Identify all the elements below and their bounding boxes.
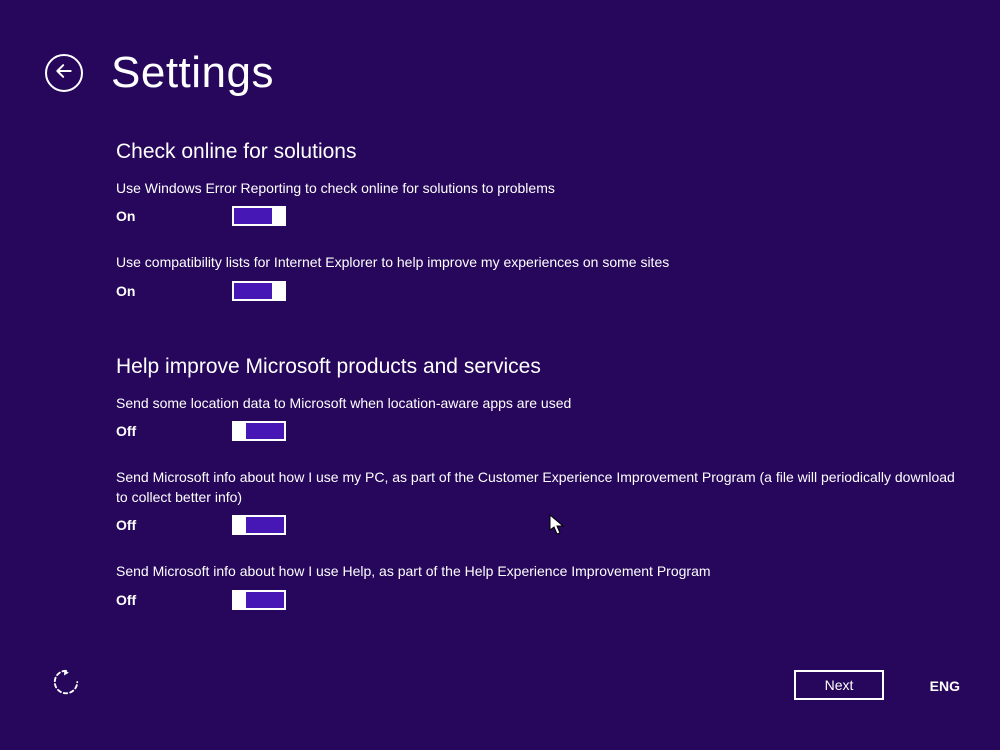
setting-state-label: Off [116, 517, 232, 533]
back-button[interactable] [45, 54, 83, 92]
back-arrow-icon [54, 61, 74, 86]
section-heading: Help improve Microsoft products and serv… [116, 355, 961, 379]
ease-of-access-button[interactable] [50, 668, 82, 700]
next-button-label: Next [825, 677, 854, 693]
setting-text: Use Windows Error Reporting to check onl… [116, 178, 961, 198]
section-heading: Check online for solutions [116, 140, 961, 164]
next-button[interactable]: Next [794, 670, 884, 700]
toggle-ie-compat-lists[interactable] [232, 281, 286, 301]
page-title: Settings [111, 48, 274, 98]
setting-state-label: Off [116, 592, 232, 608]
setting-text: Send Microsoft info about how I use my P… [116, 467, 961, 508]
toggle-help-experience[interactable] [232, 590, 286, 610]
setting-text: Send some location data to Microsoft whe… [116, 393, 961, 413]
setting-state-label: Off [116, 423, 232, 439]
ease-of-access-icon [51, 667, 81, 702]
setting-state-label: On [116, 208, 232, 224]
setting-state-label: On [116, 283, 232, 299]
toggle-location-data[interactable] [232, 421, 286, 441]
language-indicator[interactable]: ENG [930, 678, 960, 694]
toggle-error-reporting[interactable] [232, 206, 286, 226]
setting-text: Use compatibility lists for Internet Exp… [116, 252, 961, 272]
toggle-ceip[interactable] [232, 515, 286, 535]
setting-text: Send Microsoft info about how I use Help… [116, 561, 961, 581]
